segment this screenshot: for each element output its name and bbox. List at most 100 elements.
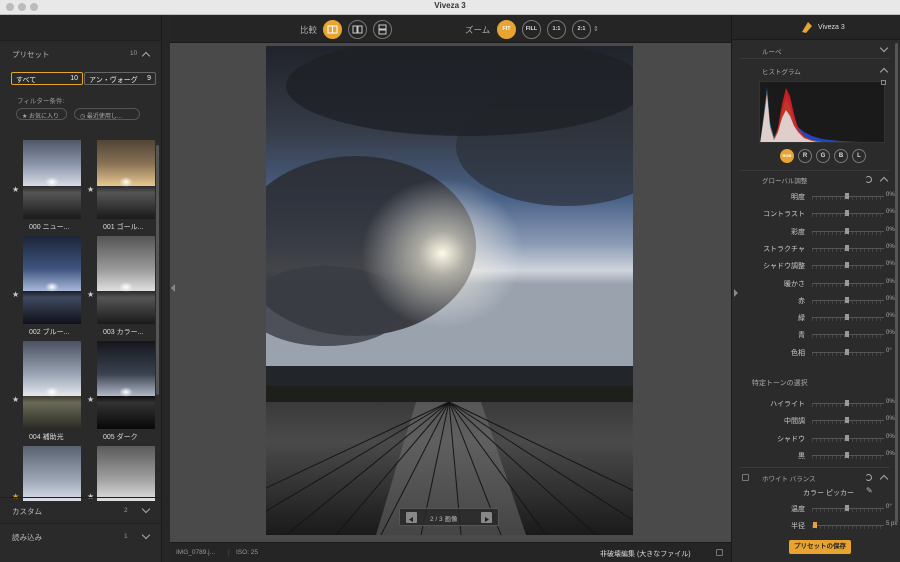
temperature-label: 温度 <box>791 506 805 513</box>
preset-thumbnail[interactable] <box>23 236 81 324</box>
previous-image-button[interactable] <box>406 512 417 523</box>
slider-knob[interactable] <box>845 451 849 458</box>
slider-knob[interactable] <box>845 210 849 217</box>
presets-scrollbar[interactable] <box>156 145 159 395</box>
save-preset-button[interactable]: プリセットの保存 <box>789 540 851 554</box>
channel-g-button[interactable]: G <box>816 149 830 163</box>
adjustment-slider[interactable]: 色相 0° <box>740 346 900 358</box>
favorite-star-icon[interactable]: ★ <box>87 395 94 404</box>
loupe-expand-icon[interactable] <box>879 43 889 53</box>
global-adjust-header[interactable]: グローバル調整 <box>740 173 890 187</box>
white-balance-header[interactable]: ホワイト バランス <box>740 467 890 484</box>
zoom-fill-button[interactable]: FILL <box>522 20 541 39</box>
import-section[interactable]: 読み込み 1 <box>0 523 162 549</box>
adjustment-slider[interactable]: 緑 0% <box>740 311 900 323</box>
clipping-indicator[interactable] <box>881 80 886 85</box>
favorite-star-icon[interactable]: ★ <box>87 185 94 194</box>
nondestructive-checkbox[interactable] <box>716 549 723 556</box>
preset-thumbnail[interactable] <box>23 341 81 429</box>
slider-knob[interactable] <box>845 348 849 355</box>
presets-collapse-icon[interactable] <box>141 51 151 61</box>
custom-section[interactable]: カスタム 2 <box>0 497 162 523</box>
radius-slider[interactable]: 半径 5 px <box>740 519 900 531</box>
global-collapse-icon[interactable] <box>879 176 889 186</box>
slider-label: 黒 <box>798 452 805 460</box>
filter-recent-button[interactable]: ◷ 最近使用し... <box>74 108 140 120</box>
adjustment-slider[interactable]: シャドウ調整 0% <box>740 259 900 271</box>
slider-knob[interactable] <box>845 279 849 286</box>
adjustment-slider[interactable]: 青 0% <box>740 328 900 340</box>
white-balance-collapse-icon[interactable] <box>879 474 889 484</box>
loupe-section[interactable]: ルーペ <box>740 43 890 59</box>
slider-label: 明度 <box>791 194 805 201</box>
temperature-slider-knob[interactable] <box>845 505 849 511</box>
adjustment-slider[interactable]: 暖かさ 0% <box>740 277 900 289</box>
filter-favorites-label: お気に入り <box>29 114 60 120</box>
preset-thumbnail[interactable] <box>23 140 81 219</box>
adjustment-slider[interactable]: 明度 0% <box>740 190 900 202</box>
arrow-right-icon <box>485 517 489 522</box>
zoom-2-1-button[interactable]: 2:1 <box>572 20 591 39</box>
zoom-stepper-icon[interactable]: ⇕ <box>593 25 599 33</box>
histogram-collapse-icon[interactable] <box>879 67 889 77</box>
slider-knob[interactable] <box>845 314 849 321</box>
eyedropper-icon[interactable]: ✎ <box>866 486 873 495</box>
adjustment-slider[interactable]: 中間調 0% <box>740 414 900 426</box>
compare-side-button[interactable] <box>348 20 367 39</box>
favorite-star-icon[interactable]: ★ <box>12 395 19 404</box>
histogram-graph <box>759 81 885 143</box>
filter-favorites-button[interactable]: ★ お気に入り <box>16 108 67 120</box>
adjustment-slider[interactable]: 彩度 0% <box>740 225 900 237</box>
preset-thumbnail[interactable] <box>97 341 155 429</box>
import-expand-icon[interactable] <box>141 530 151 540</box>
compare-split-button[interactable] <box>323 20 342 39</box>
adjustment-slider[interactable]: シャドウ 0% <box>740 432 900 444</box>
collapse-left-panel-icon[interactable] <box>170 280 176 292</box>
slider-knob[interactable] <box>845 400 849 406</box>
preset-thumbnail[interactable] <box>97 236 155 324</box>
adjustments-scrollbar[interactable] <box>895 43 898 523</box>
custom-expand-icon[interactable] <box>141 504 151 514</box>
preset-thumbnail[interactable] <box>97 140 155 219</box>
collapse-right-panel-icon[interactable] <box>733 285 739 303</box>
adjustments-panel: Viveza 3 ルーペ ヒストグラム RGB R G B L グローバル調整 … <box>731 15 900 562</box>
favorite-star-icon[interactable]: ★ <box>87 290 94 299</box>
slider-knob[interactable] <box>845 296 849 303</box>
adjustment-slider[interactable]: コントラスト 0% <box>740 207 900 219</box>
channel-r-button[interactable]: R <box>798 149 812 163</box>
radius-slider-knob[interactable] <box>813 522 817 528</box>
slider-knob[interactable] <box>845 193 849 199</box>
channel-rgb-button[interactable]: RGB <box>780 149 794 163</box>
adjustment-slider[interactable]: 赤 0% <box>740 294 900 306</box>
preset-label: 002 ブルー... <box>29 329 70 336</box>
slider-knob[interactable] <box>845 417 849 424</box>
adjustment-slider[interactable]: ハイライト 0% <box>740 397 900 409</box>
divider: | <box>228 549 230 556</box>
slider-knob[interactable] <box>845 434 849 441</box>
next-image-button[interactable] <box>481 512 492 523</box>
nondestructive-label: 非破壊編集 (大きなファイル) <box>600 551 691 558</box>
preview-image[interactable] <box>266 46 633 535</box>
compare-stack-button[interactable] <box>373 20 392 39</box>
zoom-1-1-button[interactable]: 1:1 <box>547 20 566 39</box>
filter-vogue-button[interactable]: アン・ヴォーグ 9 <box>84 72 156 85</box>
slider-knob[interactable] <box>845 227 849 234</box>
slider-knob[interactable] <box>845 262 849 269</box>
slider-knob[interactable] <box>845 331 849 338</box>
favorite-star-icon[interactable]: ★ <box>12 290 19 299</box>
white-balance-checkbox[interactable] <box>742 474 749 481</box>
slider-value: 0% <box>886 433 895 440</box>
slider-knob[interactable] <box>845 244 849 251</box>
zoom-fit-button[interactable]: FIT <box>497 20 516 39</box>
slider-value: 0% <box>886 295 895 302</box>
temperature-slider[interactable]: 温度 0° <box>740 502 900 514</box>
adjustment-slider[interactable]: ストラクチャ 0% <box>740 242 900 254</box>
reset-global-icon[interactable] <box>865 176 872 183</box>
filter-all-button[interactable]: すべて 10 <box>11 72 83 85</box>
favorite-star-icon[interactable]: ★ <box>12 185 19 194</box>
adjustment-slider[interactable]: 黒 0% <box>740 449 900 461</box>
reset-white-balance-icon[interactable] <box>865 474 872 481</box>
channel-l-button[interactable]: L <box>852 149 866 163</box>
channel-b-button[interactable]: B <box>834 149 848 163</box>
preview-toolbar: 比較 ズーム FIT FILL 1:1 2:1 ⇕ <box>170 15 731 43</box>
